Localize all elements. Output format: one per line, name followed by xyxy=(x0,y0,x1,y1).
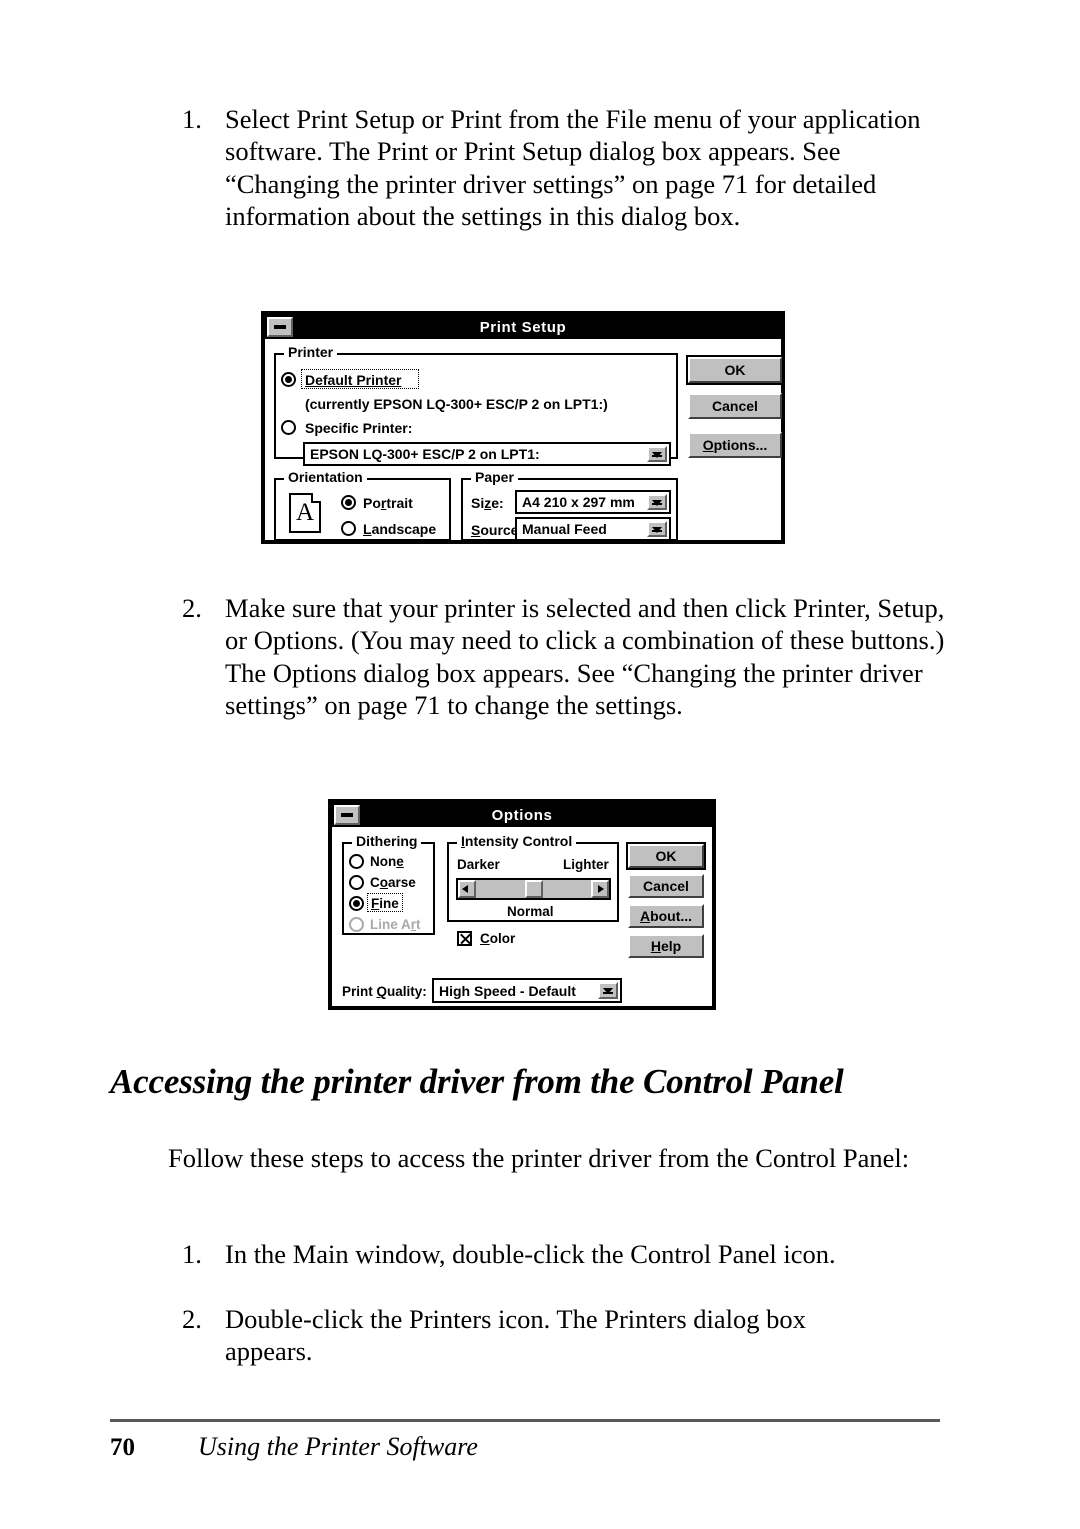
intensity-group-label: Intensity Control xyxy=(457,833,577,849)
list-item: 1. In the Main window, double-click the … xyxy=(168,1238,958,1270)
radio-dither-line-art xyxy=(349,917,364,932)
page-icon-letter: A xyxy=(295,499,315,526)
lighter-label: Lighter xyxy=(563,857,609,872)
minimize-icon[interactable] xyxy=(267,317,293,337)
step-list-top-2: 2. Make sure that your printer is select… xyxy=(168,592,958,722)
paper-size-combo[interactable]: A4 210 x 297 mm xyxy=(515,490,671,514)
dither-coarse-label: Coarse xyxy=(370,875,416,890)
page-number: 70 xyxy=(110,1434,135,1461)
running-title: Using the Printer Software xyxy=(198,1432,478,1461)
cancel-button[interactable]: Cancel xyxy=(628,874,704,898)
list-text: Select Print Setup or Print from the Fil… xyxy=(225,104,921,232)
paper-size-value: A4 210 x 297 mm xyxy=(522,494,635,510)
radio-dither-fine[interactable] xyxy=(349,896,364,911)
print-setup-title: Print Setup xyxy=(479,318,567,336)
cancel-button[interactable]: Cancel xyxy=(688,393,782,419)
page-orientation-icon: A xyxy=(289,493,321,533)
section-heading: Accessing the printer driver from the Co… xyxy=(110,1062,844,1101)
help-button[interactable]: Help xyxy=(628,934,704,958)
document-page: 1. Select Print Setup or Print from the … xyxy=(0,0,1080,1529)
radio-specific-printer[interactable] xyxy=(281,420,296,435)
dither-line-art-label: Line Art xyxy=(370,917,421,932)
list-marker: 2. xyxy=(182,593,202,623)
printer-group-label: Printer xyxy=(284,344,338,360)
list-marker: 1. xyxy=(182,104,202,134)
about-button[interactable]: About... xyxy=(628,904,704,928)
list-text: Make sure that your printer is selected … xyxy=(225,593,945,721)
list-item: 1. Select Print Setup or Print from the … xyxy=(168,103,958,233)
paper-group-label: Paper xyxy=(471,469,518,485)
slider-left-arrow-icon[interactable] xyxy=(458,880,476,898)
paper-size-label: Size: xyxy=(471,495,504,511)
list-item: 2. Make sure that your printer is select… xyxy=(168,592,958,722)
radio-dither-coarse[interactable] xyxy=(349,875,364,890)
list-marker: 1. xyxy=(182,1239,202,1269)
radio-portrait[interactable] xyxy=(341,495,356,510)
section-intro: Follow these steps to access the printer… xyxy=(168,1143,910,1173)
section-step-1: 1. In the Main window, double-click the … xyxy=(168,1238,958,1270)
list-marker: 2. xyxy=(182,1304,202,1334)
section-step-2: 2. Double-click the Printers icon. The P… xyxy=(168,1303,898,1368)
dither-none-label: None xyxy=(370,854,404,869)
darker-label: Darker xyxy=(457,857,500,872)
chevron-down-icon[interactable] xyxy=(647,494,667,510)
color-checkbox[interactable] xyxy=(457,931,472,946)
intensity-current-value: Normal xyxy=(507,904,554,919)
print-quality-combo[interactable]: High Speed - Default xyxy=(432,978,622,1003)
specific-printer-combo[interactable]: EPSON LQ-300+ ESC/P 2 on LPT1: xyxy=(303,442,671,466)
orientation-group-label: Orientation xyxy=(284,469,367,485)
specific-printer-value: EPSON LQ-300+ ESC/P 2 on LPT1: xyxy=(310,446,540,462)
default-printer-label: Default Printer xyxy=(305,372,402,388)
ok-button[interactable]: OK xyxy=(626,842,706,870)
options-client: Dithering None Coarse Fine Line Art Inte… xyxy=(332,827,712,1006)
page-fold-corner xyxy=(311,493,321,503)
slider-track[interactable] xyxy=(476,880,591,898)
print-setup-titlebar: Print Setup xyxy=(265,315,781,339)
default-printer-current: (currently EPSON LQ-300+ ESC/P 2 on LPT1… xyxy=(305,396,608,412)
footer-rule xyxy=(110,1419,940,1422)
print-setup-dialog[interactable]: Print Setup Printer Default Printer (cur… xyxy=(261,311,785,544)
slider-right-arrow-icon[interactable] xyxy=(591,880,609,898)
list-text: In the Main window, double-click the Con… xyxy=(225,1239,836,1269)
chevron-down-icon[interactable] xyxy=(598,982,618,999)
radio-default-printer[interactable] xyxy=(281,372,296,387)
options-titlebar: Options xyxy=(332,803,712,827)
slider-thumb[interactable] xyxy=(524,880,543,898)
intensity-slider[interactable] xyxy=(456,878,611,900)
paper-source-value: Manual Feed xyxy=(522,521,607,537)
print-setup-client: Printer Default Printer (currently EPSON… xyxy=(265,339,784,541)
options-title: Options xyxy=(491,806,553,824)
step-list-top: 1. Select Print Setup or Print from the … xyxy=(168,103,958,233)
options-button[interactable]: Options... xyxy=(688,432,782,458)
dither-fine-label: Fine xyxy=(371,896,399,911)
chevron-down-icon[interactable] xyxy=(647,521,667,537)
ok-button[interactable]: OK xyxy=(686,355,784,385)
list-text: Double-click the Printers icon. The Prin… xyxy=(225,1304,806,1367)
print-quality-label: Print Quality: xyxy=(342,984,427,999)
list-item: 2. Double-click the Printers icon. The P… xyxy=(168,1303,898,1368)
paper-source-combo[interactable]: Manual Feed xyxy=(515,517,671,541)
chevron-down-icon[interactable] xyxy=(647,446,667,462)
landscape-label: Landscape xyxy=(363,521,437,537)
options-dialog[interactable]: Options Dithering None Coarse Fine Line … xyxy=(328,799,716,1010)
print-quality-value: High Speed - Default xyxy=(439,982,576,999)
color-label: Color xyxy=(480,931,516,946)
dithering-group-label: Dithering xyxy=(352,833,422,849)
radio-dither-none[interactable] xyxy=(349,854,364,869)
radio-landscape[interactable] xyxy=(341,521,356,536)
specific-printer-label: Specific Printer: xyxy=(305,420,413,436)
portrait-label: Portrait xyxy=(363,495,413,511)
minimize-icon[interactable] xyxy=(334,805,360,825)
